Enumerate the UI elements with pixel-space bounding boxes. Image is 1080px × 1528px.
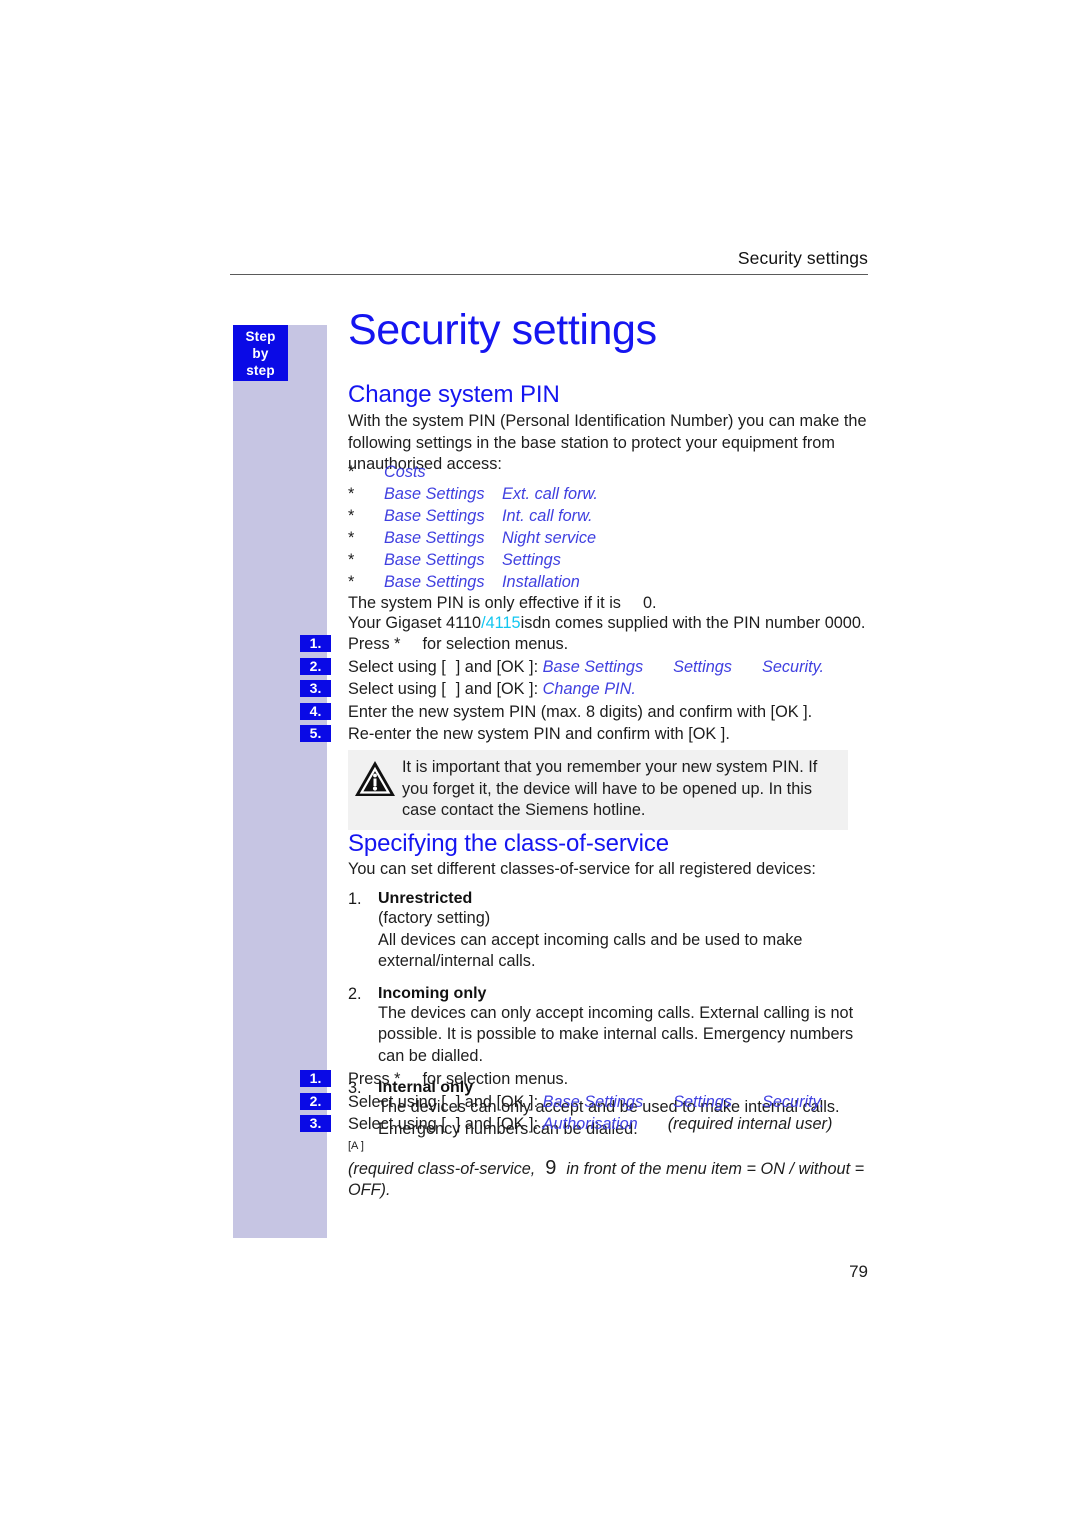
- page-title: Security settings: [348, 306, 657, 354]
- step-number-badge: 3.: [300, 1115, 331, 1132]
- menu-path-first: Base Settings: [384, 529, 485, 547]
- warning-note-box: It is important that you remember your n…: [348, 750, 848, 830]
- cos-item-name: Incoming only: [378, 984, 487, 1002]
- menu-path-row: * Costs: [348, 463, 868, 485]
- gigaset-supplied-suffix: isdn comes supplied with the PIN number …: [520, 614, 866, 632]
- step-menu-1: Base Settings: [542, 657, 644, 676]
- step-tab-line-2: by: [252, 346, 269, 361]
- section-heading-change-pin: Change system PIN: [348, 381, 560, 408]
- step-number-badge: 1.: [300, 635, 331, 652]
- bullet-star: *: [348, 463, 355, 481]
- step-row: 4. Enter the new system PIN (max. 8 digi…: [300, 702, 868, 724]
- step-text-before: Select using [: [348, 657, 446, 676]
- menu-path-first: Base Settings: [384, 507, 485, 525]
- step-row: 1. Press * for selection menus.: [300, 634, 868, 656]
- class-of-service-item: 1. Unrestricted (factory setting) All de…: [348, 890, 868, 973]
- step-menu-3: Security.: [761, 1092, 825, 1111]
- step-text-mid: ] and [OK ]:: [455, 1092, 539, 1111]
- step-tab-line-1: Step: [245, 329, 276, 344]
- menu-path-second: Settings: [502, 551, 561, 569]
- pin-supplied-note: Your Gigaset 4110/4115isdn comes supplie…: [348, 613, 868, 635]
- authorisation-glyph-icon: [A ]: [348, 1139, 364, 1152]
- menu-path-list: * Costs * Base Settings Ext. call forw. …: [348, 463, 868, 595]
- menu-path-row: * Base Settings Night service: [348, 529, 868, 551]
- step-menu-1: Change PIN.: [542, 680, 636, 698]
- pin-effective-note: The system PIN is only effective if it i…: [348, 593, 868, 615]
- pin-effective-suffix: 0.: [642, 594, 657, 612]
- step-menu-2: Settings: [673, 657, 732, 676]
- step-text-after: for selection menus.: [422, 1070, 569, 1088]
- section-heading-class-of-service: Specifying the class-of-service: [348, 830, 670, 857]
- step-tab-line-3: step: [246, 363, 275, 378]
- step-by-step-tab: Step by step: [233, 325, 288, 381]
- page-number: 79: [849, 1262, 868, 1281]
- step-number-badge: 4.: [300, 702, 331, 720]
- cos-item-number: 2.: [348, 984, 362, 1003]
- change-pin-steps: 1. Press * for selection menus. 2. Select…: [300, 634, 868, 747]
- step-text-before: Press *: [348, 635, 401, 653]
- step-line2-prefix: (required class-of-service,: [348, 1159, 536, 1178]
- menu-path-first: Base Settings: [384, 573, 485, 591]
- warning-note-text: It is important that you remember your n…: [402, 758, 818, 819]
- step-text-before: Select using [: [348, 680, 446, 698]
- step-menu-3: Security.: [761, 657, 825, 676]
- step-text-before: Select using [: [348, 1092, 446, 1111]
- step-menu-1: Authorisation: [542, 1115, 638, 1133]
- menu-path-row: * Base Settings Int. call forw.: [348, 507, 868, 529]
- step-number-badge: 2.: [300, 657, 331, 675]
- step-text-before: Select using [: [348, 1115, 446, 1133]
- warning-triangle-icon: [354, 757, 402, 822]
- bullet-star: *: [348, 507, 355, 525]
- step-text-mid: ] and [OK ]:: [455, 1115, 539, 1133]
- step-text-before: Press *: [348, 1070, 401, 1088]
- cos-item-number: 1.: [348, 890, 362, 908]
- step-row: 2. Select using [ ] and [OK ]: Base Setti…: [300, 1092, 868, 1114]
- class-of-service-item: 2. Incoming only The devices can only ac…: [348, 985, 868, 1068]
- menu-path-first: Costs: [384, 463, 426, 481]
- pin-effective-prefix: The system PIN is only effective if it i…: [348, 594, 621, 612]
- class-of-service-steps: 1. Press * for selection menus. 2. Select…: [300, 1069, 868, 1203]
- menu-path-first: Base Settings: [384, 485, 485, 503]
- menu-path-second: Int. call forw.: [502, 507, 593, 525]
- step-menu-1: Base Settings: [542, 1092, 644, 1111]
- header-rule: [230, 274, 868, 275]
- step-row: 3. Select using [ ] and [OK ]: Authorisat…: [300, 1114, 868, 1202]
- step-text-mid: ] and [OK ]:: [455, 657, 539, 676]
- bullet-star: *: [348, 551, 355, 569]
- step-row: 1. Press * for selection menus.: [300, 1069, 868, 1091]
- running-header: Security settings: [737, 248, 868, 268]
- step-number-badge: 1.: [300, 1070, 331, 1087]
- menu-path-row: * Base Settings Settings: [348, 551, 868, 573]
- step-number-badge: 3.: [300, 680, 331, 697]
- menu-path-second: Ext. call forw.: [502, 485, 598, 503]
- menu-path-row: * Base Settings Ext. call forw.: [348, 485, 868, 507]
- cos-item-description: The devices can only accept incoming cal…: [378, 1003, 854, 1065]
- step-number-badge: 5.: [300, 725, 331, 742]
- cos-item-description: (factory setting) All devices can accept…: [378, 909, 803, 970]
- step-paren-note: (required internal user): [667, 1115, 833, 1133]
- step-row: 2. Select using [ ] and [OK ]: Base Setti…: [300, 657, 868, 679]
- menu-path-second: Night service: [502, 529, 597, 547]
- step-menu-2: Settings: [673, 1092, 732, 1111]
- step-text: Enter the new system PIN (max. 8 digits)…: [348, 702, 813, 721]
- menu-path-first: Base Settings: [384, 551, 485, 569]
- cos-item-name: Unrestricted: [378, 890, 473, 907]
- menu-path-row: * Base Settings Installation: [348, 573, 868, 595]
- step-row: 5. Re-enter the new system PIN and confi…: [300, 724, 868, 746]
- step-number-badge: 2.: [300, 1092, 331, 1110]
- step-row: 3. Select using [ ] and [OK ]: Change PIN…: [300, 679, 868, 701]
- step-text-mid: ] and [OK ]:: [455, 680, 539, 698]
- bullet-star: *: [348, 573, 355, 591]
- gigaset-model-prefix: Your Gigaset 4110: [348, 614, 482, 632]
- step-text: Re-enter the new system PIN and confirm …: [348, 725, 730, 743]
- gigaset-model-variant: /4115: [481, 614, 521, 632]
- menu-path-second: Installation: [502, 573, 580, 591]
- bullet-star: *: [348, 485, 355, 503]
- bullet-star: *: [348, 529, 355, 547]
- checkmark-glyph-icon: 9: [545, 1156, 557, 1179]
- step-text-after: for selection menus.: [422, 635, 569, 653]
